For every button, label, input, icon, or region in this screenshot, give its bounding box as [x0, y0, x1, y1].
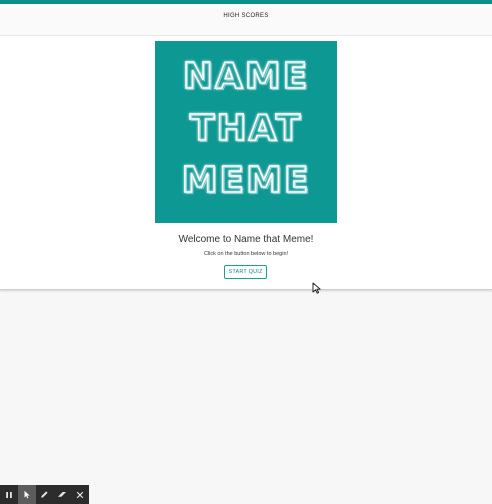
mouse-cursor-icon — [312, 282, 321, 294]
pen-icon — [41, 491, 48, 498]
logo-line-1-shadow: NAME — [184, 58, 310, 99]
logo-graphic: NAME THAT MEME NAME THAT MEME — [181, 55, 312, 203]
app-window: HIGH SCORES NAME THAT MEME NAME THAT MEM… — [0, 0, 492, 504]
quiz-logo: NAME THAT MEME NAME THAT MEME — [155, 41, 337, 223]
start-quiz-button[interactable]: START QUIZ — [224, 265, 267, 279]
welcome-card: NAME THAT MEME NAME THAT MEME Welcome to… — [0, 36, 492, 290]
eraser-tool-button[interactable] — [53, 485, 71, 504]
pointer-icon — [24, 490, 30, 499]
pen-tool-button[interactable] — [36, 485, 54, 504]
pause-button[interactable] — [0, 485, 18, 504]
logo-line-2-shadow: THAT — [191, 110, 303, 151]
welcome-instruction: Click on the button below to begin! — [203, 251, 289, 257]
pause-icon — [6, 491, 12, 498]
close-icon — [76, 491, 84, 498]
high-scores-link[interactable]: HIGH SCORES — [223, 13, 268, 19]
header: HIGH SCORES — [0, 4, 492, 36]
eraser-icon — [58, 492, 67, 497]
logo-line-3-shadow: MEME — [183, 162, 312, 203]
pointer-tool-button[interactable] — [17, 485, 36, 504]
welcome-title: Welcome to Name that Meme! — [178, 234, 314, 245]
annotation-toolbar — [0, 485, 89, 504]
close-tool-button[interactable] — [71, 485, 89, 504]
